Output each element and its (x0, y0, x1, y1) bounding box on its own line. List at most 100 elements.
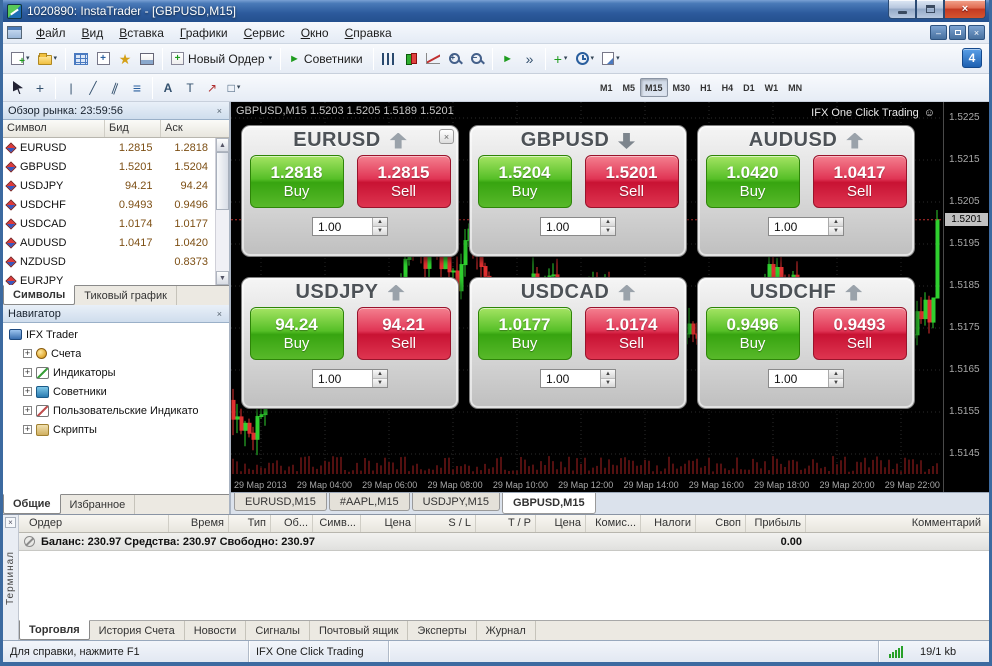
balance-row[interactable]: Баланс: 230.97 Средства: 230.97 Свободно… (19, 533, 989, 551)
mdi-minimize-button[interactable]: – (930, 25, 947, 40)
zoom-in-button[interactable]: + (444, 47, 466, 71)
expand-icon[interactable]: + (23, 387, 32, 396)
tree-item-custom-indicators[interactable]: + Пользовательские Индикато (3, 401, 229, 420)
spin-down-icon[interactable]: ▼ (601, 227, 615, 235)
new-order-button[interactable]: + Новый Ордер ▾ (167, 47, 276, 71)
menu-view[interactable]: Вид (74, 24, 112, 42)
table-row[interactable]: NZDUSD 0.8373 (3, 252, 215, 271)
spin-down-icon[interactable]: ▼ (829, 379, 843, 387)
price-axis[interactable]: 1.5225 1.5215 1.5205 1.5195 1.5185 1.517… (943, 102, 989, 492)
close-button[interactable]: × (944, 0, 986, 19)
volume-input[interactable]: 1.00 ▲▼ (768, 369, 844, 388)
spin-down-icon[interactable]: ▼ (601, 379, 615, 387)
chart-shift-button[interactable]: » (519, 47, 541, 71)
auto-scroll-button[interactable]: ► (497, 47, 519, 71)
terminal-button[interactable] (136, 47, 158, 71)
menu-help[interactable]: Справка (337, 24, 400, 42)
tab-mailbox[interactable]: Почтовый ящик (310, 621, 408, 640)
sell-button[interactable]: 94.21 Sell (357, 307, 451, 360)
table-row[interactable]: USDJPY 94.21 94.24 (3, 176, 215, 195)
tree-item-accounts[interactable]: + Счета (3, 344, 229, 363)
spin-down-icon[interactable]: ▼ (373, 379, 387, 387)
scroll-up-button[interactable]: ▲ (216, 138, 229, 152)
spin-up-icon[interactable]: ▲ (601, 370, 615, 379)
table-row[interactable]: USDCHF 0.9493 0.9496 (3, 195, 215, 214)
expand-icon[interactable]: + (23, 406, 32, 415)
menu-insert[interactable]: Вставка (111, 24, 172, 42)
spin-up-icon[interactable]: ▲ (601, 218, 615, 227)
mdi-close-button[interactable]: × (968, 25, 985, 40)
tab-common[interactable]: Общие (3, 494, 61, 514)
timeframe-h4[interactable]: H4 (717, 78, 739, 97)
table-row[interactable]: GBPUSD 1.5201 1.5204 (3, 157, 215, 176)
buy-button[interactable]: 1.0420 Buy (706, 155, 800, 208)
buy-button[interactable]: 1.0177 Buy (478, 307, 572, 360)
templates-button[interactable]: ▾ (598, 47, 624, 71)
sell-button[interactable]: 1.5201 Sell (585, 155, 679, 208)
vertical-line-button[interactable]: | (60, 76, 82, 100)
scrollbar-thumb[interactable] (216, 152, 229, 210)
navigator-button[interactable]: ★ (114, 47, 136, 71)
volume-stepper[interactable]: ▲▼ (372, 370, 387, 387)
tab-tick-chart[interactable]: Тиковый график (75, 286, 177, 305)
market-watch-scrollbar[interactable]: ▲ ▼ (215, 138, 229, 285)
tab-symbols[interactable]: Символы (3, 285, 75, 305)
chart-tab-gbpusd[interactable]: GBPUSD,M15 (502, 493, 596, 514)
shapes-button[interactable]: □ ▾ (223, 76, 245, 100)
timeframe-d1[interactable]: D1 (738, 78, 760, 97)
spin-down-icon[interactable]: ▼ (829, 227, 843, 235)
scroll-down-button[interactable]: ▼ (216, 271, 229, 285)
title-bar[interactable]: 1020890: InstaTrader - [GBPUSD,M15] × (3, 0, 989, 22)
minimize-button[interactable] (888, 0, 916, 19)
text-tool-button[interactable]: A (157, 76, 179, 100)
new-chart-button[interactable]: + ▾ (7, 47, 34, 71)
table-row[interactable]: EURJPY (3, 271, 215, 285)
cursor-tool-button[interactable] (7, 76, 29, 100)
volume-stepper[interactable]: ▲▼ (600, 218, 615, 235)
chart-tab-aapl[interactable]: #AAPL,M15 (329, 493, 410, 511)
expand-icon[interactable]: + (23, 349, 32, 358)
expand-icon[interactable]: + (23, 425, 32, 434)
bar-chart-button[interactable] (378, 47, 400, 71)
timeframe-m5[interactable]: M5 (618, 78, 641, 97)
spin-up-icon[interactable]: ▲ (373, 370, 387, 379)
sell-button[interactable]: 0.9493 Sell (813, 307, 907, 360)
chart-tab-eurusd[interactable]: EURUSD,M15 (234, 493, 327, 511)
arrow-tool-button[interactable]: ↗ (201, 76, 223, 100)
volume-stepper[interactable]: ▲▼ (372, 218, 387, 235)
timeframe-m15[interactable]: M15 (640, 78, 668, 97)
expand-icon[interactable]: + (23, 368, 32, 377)
spin-down-icon[interactable]: ▼ (373, 227, 387, 235)
time-axis[interactable]: 29 Мар 2013 29 Мар 04:00 29 Мар 06:00 29… (231, 477, 943, 492)
crosshair-tool-button[interactable]: + (29, 76, 51, 100)
volume-stepper[interactable]: ▲▼ (828, 218, 843, 235)
table-row[interactable]: AUDUSD 1.0417 1.0420 (3, 233, 215, 252)
tab-trade[interactable]: Торговля (19, 620, 90, 640)
timeframe-m30[interactable]: M30 (668, 78, 696, 97)
terminal-close-button[interactable]: × (5, 517, 16, 528)
sell-button[interactable]: 1.0174 Sell (585, 307, 679, 360)
menu-window[interactable]: Окно (293, 24, 337, 42)
chart-window-icon[interactable] (7, 26, 22, 39)
volume-input[interactable]: 1.00 ▲▼ (768, 217, 844, 236)
chart-tab-usdjpy[interactable]: USDJPY,M15 (412, 493, 500, 511)
spin-up-icon[interactable]: ▲ (373, 218, 387, 227)
timeframe-m1[interactable]: M1 (595, 78, 618, 97)
tab-account-history[interactable]: История Счета (90, 621, 185, 640)
table-row[interactable]: EURUSD 1.2815 1.2818 (3, 138, 215, 157)
status-mode-text[interactable]: IFX One Click Trading (249, 641, 389, 662)
menu-file[interactable]: Файл (28, 24, 74, 42)
buy-button[interactable]: 1.2818 Buy (250, 155, 344, 208)
panel-close-button[interactable]: × (439, 129, 454, 144)
profiles-button[interactable]: ▾ (34, 47, 62, 71)
buy-button[interactable]: 0.9496 Buy (706, 307, 800, 360)
data-window-button[interactable]: + (92, 47, 114, 71)
tree-item-scripts[interactable]: + Скрипты (3, 420, 229, 439)
buy-button[interactable]: 94.24 Buy (250, 307, 344, 360)
tree-item-indicators[interactable]: + Индикаторы (3, 363, 229, 382)
table-row[interactable]: USDCAD 1.0174 1.0177 (3, 214, 215, 233)
sell-button[interactable]: 1.2815 Sell (357, 155, 451, 208)
channel-button[interactable]: ∥ (104, 76, 126, 100)
periods-button[interactable]: ▾ (572, 47, 599, 71)
tab-experts[interactable]: Эксперты (408, 621, 476, 640)
